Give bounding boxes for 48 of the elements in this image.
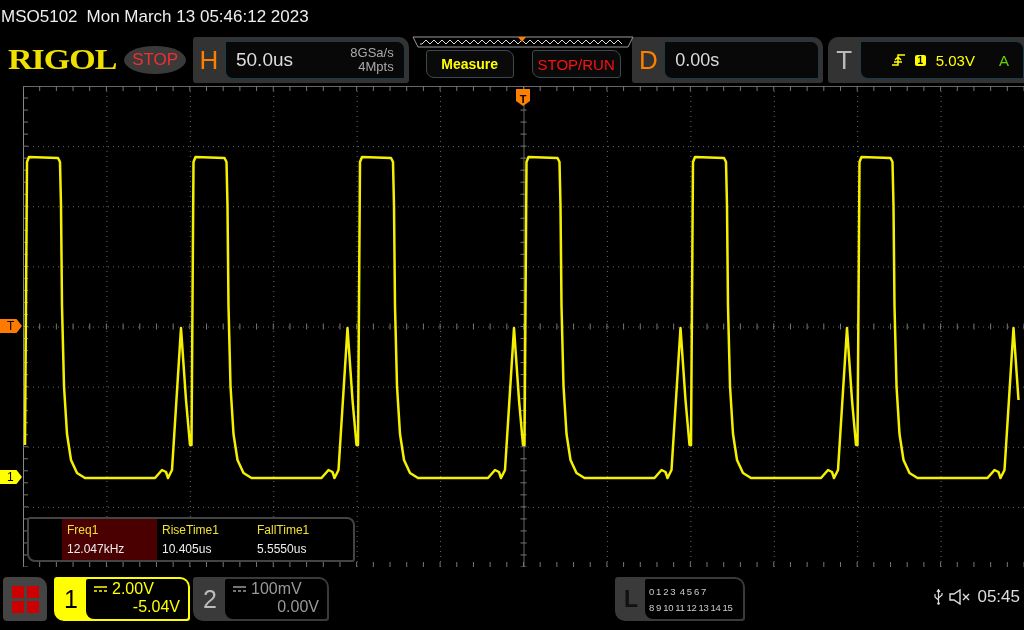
logic-channels: 8 9 10 11 12 13 14 15	[649, 601, 734, 613]
channel-panel[interactable]: 2 100mV 0.00V	[193, 577, 329, 621]
measurement-value: 5.5550us	[257, 542, 308, 556]
dc-coupling-icon	[233, 585, 246, 593]
measurement-value: 10.405us	[162, 542, 213, 556]
memory-depth: 4Mpts	[358, 60, 394, 74]
delay-value: 0.00s	[675, 49, 720, 71]
vertical-offset: 0.00V	[277, 598, 319, 616]
measurement-item[interactable]: FallTime1 5.5550us	[252, 519, 347, 560]
channel-marker[interactable]: 1	[0, 470, 22, 484]
measurement-item[interactable]: RiseTime1 10.405us	[157, 519, 252, 560]
vertical-scale: 2.00V	[112, 580, 154, 598]
trigger-marker[interactable]: T	[516, 89, 530, 106]
dc-coupling-icon	[94, 585, 107, 593]
channel-panel[interactable]: 1 2.00V -5.04V	[54, 577, 190, 621]
logic-channels: 0 1 2 3 4 5 6 7	[649, 585, 707, 597]
menu-button[interactable]	[3, 577, 47, 621]
source-badge: 1	[914, 54, 926, 66]
trigger-mode: A	[998, 51, 1009, 69]
timebase-value: 50.0us	[236, 49, 295, 71]
measurement-name: RiseTime1	[162, 523, 220, 537]
trigger-level: 5.03V	[935, 51, 975, 69]
memory-bar-icon	[411, 36, 634, 48]
panel-label: D	[637, 43, 659, 77]
measure-button[interactable]: Measure	[425, 50, 514, 78]
channel-number: 1	[63, 583, 79, 615]
stop-run-button[interactable]: STOP/RUN	[531, 50, 621, 78]
model-name: MSO5102	[1, 7, 78, 27]
measurement-name: FallTime1	[257, 523, 311, 537]
vertical-scale: 100mV	[251, 580, 302, 598]
horizontal-panel[interactable]: H 50.0us 8GSa/s 4Mpts	[193, 37, 409, 83]
measurement-value: 12.047kHz	[67, 542, 126, 556]
measurement-item[interactable]: Freq1 12.047kHz	[62, 519, 157, 560]
panel-label: T	[835, 43, 854, 77]
date-time: Mon March 13 05:46:12 2023	[86, 7, 309, 27]
mute-icon	[949, 589, 972, 605]
channel-number: 2	[202, 583, 218, 615]
usb-icon	[934, 589, 944, 605]
trigger-marker[interactable]: T	[0, 319, 22, 333]
measurement-name: Freq1	[67, 523, 100, 537]
trigger-panel[interactable]: T 1 5.03V A	[828, 37, 1024, 83]
logo: RIGOL	[8, 43, 117, 77]
clock-time: 05:45	[977, 587, 1020, 607]
vertical-offset: -5.04V	[132, 598, 180, 616]
delay-panel[interactable]: D 0.00s	[632, 37, 824, 83]
rising-edge-icon	[891, 54, 905, 66]
panel-label: H	[198, 43, 220, 77]
sample-rate: 8GSa/s	[350, 46, 394, 60]
